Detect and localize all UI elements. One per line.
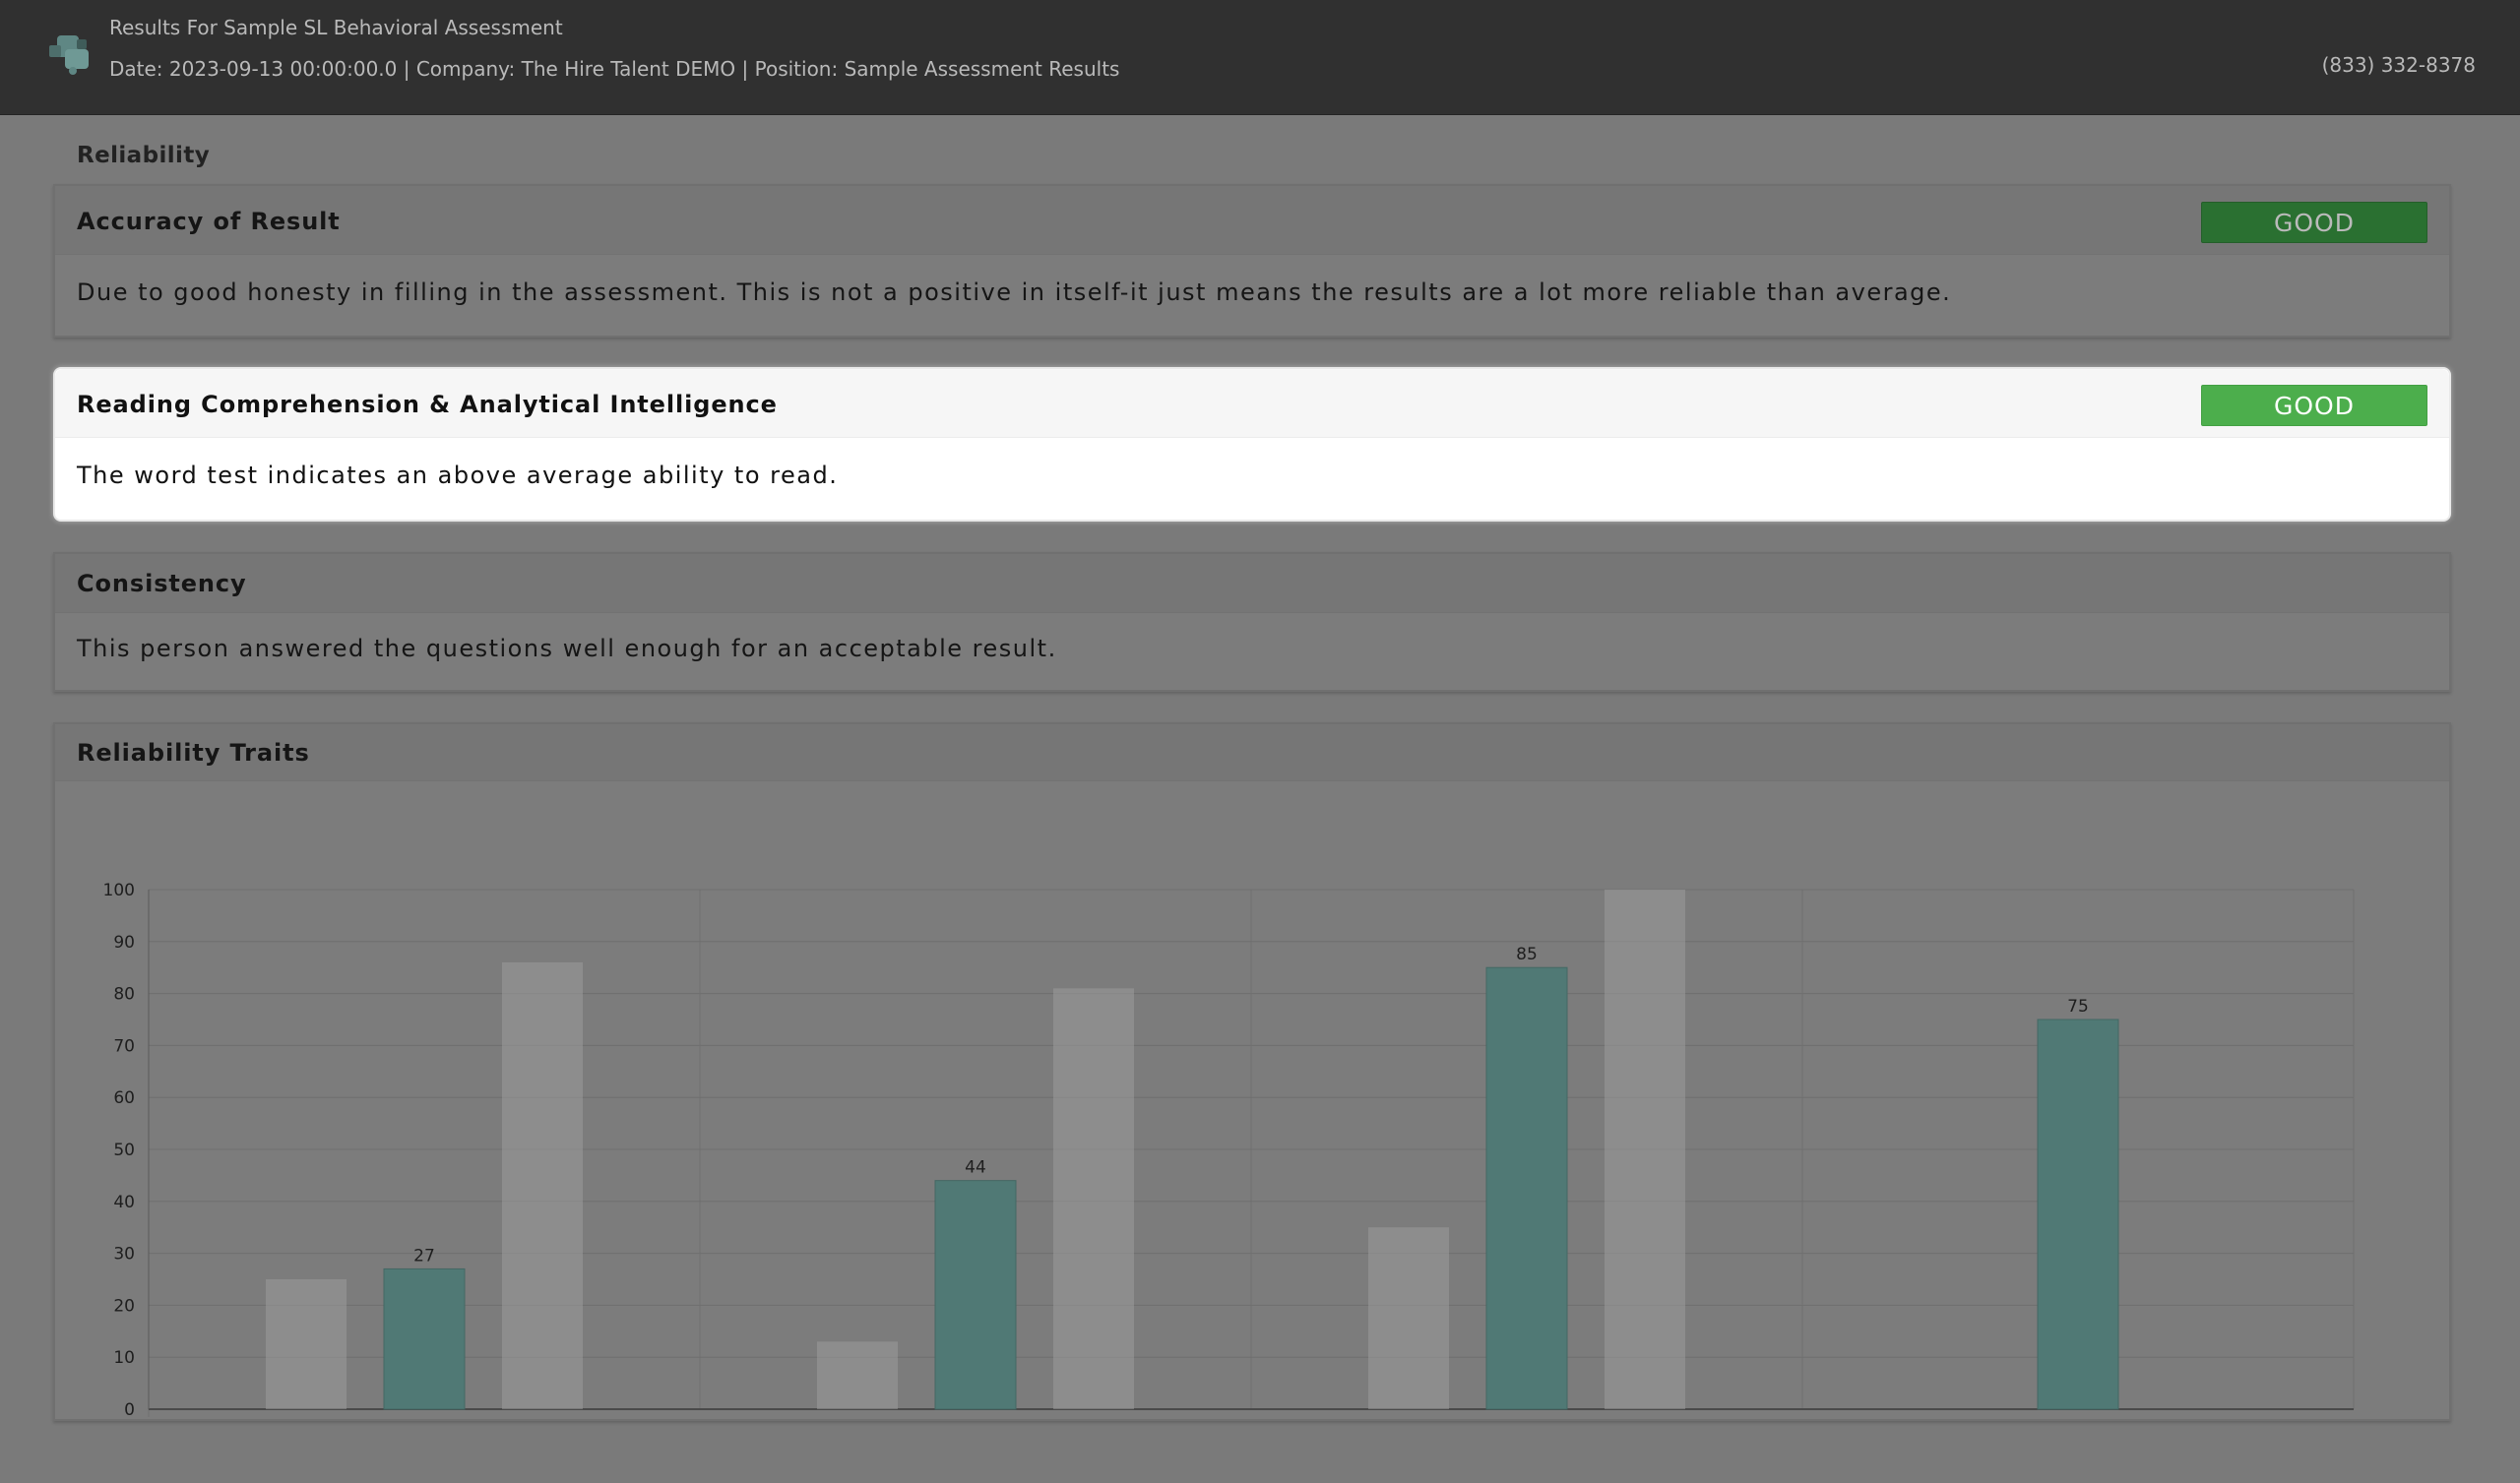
card-header: Reliability Traits [55,724,2449,781]
y-tick-label: 60 [113,1088,135,1108]
header-bar: Results For Sample SL Behavioral Assessm… [0,0,2520,115]
card-title: Consistency [77,570,247,597]
accuracy-card: Accuracy of Result GOOD Due to good hone… [53,184,2451,338]
data-label: 27 [413,1246,435,1266]
bar-range [1368,1227,1449,1409]
bar-range [1605,890,1685,1409]
bar-score [934,1180,1017,1410]
y-tick-label: 70 [113,1036,135,1056]
data-label: 85 [1516,945,1538,964]
data-label: 75 [2067,997,2089,1017]
y-tick-label: 40 [113,1193,135,1212]
card-header: Consistency [55,554,2449,613]
bar-range [817,1341,898,1409]
reliability-traits-card: Reliability Traits 0 10 20 30 40 50 60 70 80 90 10… [53,722,2451,1421]
reliability-traits-chart: 010203040506070809010027Assessment Hones… [55,781,2449,1417]
phone-number[interactable]: (833) 332-8378 [2322,53,2476,77]
bar-range [1053,988,1134,1409]
section-heading: Reliability [77,143,211,168]
card-description: Due to good honesty in filling in the as… [77,278,1952,306]
card-title: Reliability Traits [77,739,310,767]
consistency-card: Consistency This person answered the que… [53,552,2451,692]
card-description: The word test indicates an above average… [77,462,839,489]
y-tick-label: 90 [113,933,135,953]
chart-canvas: 010203040506070809010027Assessment Hones… [103,881,2355,1417]
bar-score [2037,1019,2119,1410]
bar-range [266,1279,346,1409]
y-tick-label: 20 [113,1296,135,1316]
bar-score [383,1267,466,1410]
y-tick-label: 10 [113,1348,135,1368]
status-badge: GOOD [2201,202,2427,243]
reading-comprehension-card: Reading Comprehension & Analytical Intel… [53,367,2451,522]
report-title: Results For Sample SL Behavioral Assessm… [109,16,563,39]
card-header: Reading Comprehension & Analytical Intel… [55,369,2449,438]
card-title: Reading Comprehension & Analytical Intel… [77,391,778,418]
y-tick-label: 0 [124,1400,135,1417]
bar-range [502,961,583,1409]
report-meta: Date: 2023-09-13 00:00:00.0 | Company: T… [109,57,1120,81]
data-label: 44 [965,1158,986,1178]
y-tick-label: 30 [113,1245,135,1265]
bar-score [1485,966,1568,1410]
hire-talent-logo-icon [43,30,98,77]
y-tick-label: 50 [113,1141,135,1160]
card-description: This person answered the questions well … [77,635,1057,662]
y-tick-label: 100 [103,881,135,900]
status-badge: GOOD [2201,385,2427,426]
y-tick-label: 80 [113,985,135,1005]
card-header: Accuracy of Result GOOD [55,186,2449,255]
card-title: Accuracy of Result [77,208,341,235]
